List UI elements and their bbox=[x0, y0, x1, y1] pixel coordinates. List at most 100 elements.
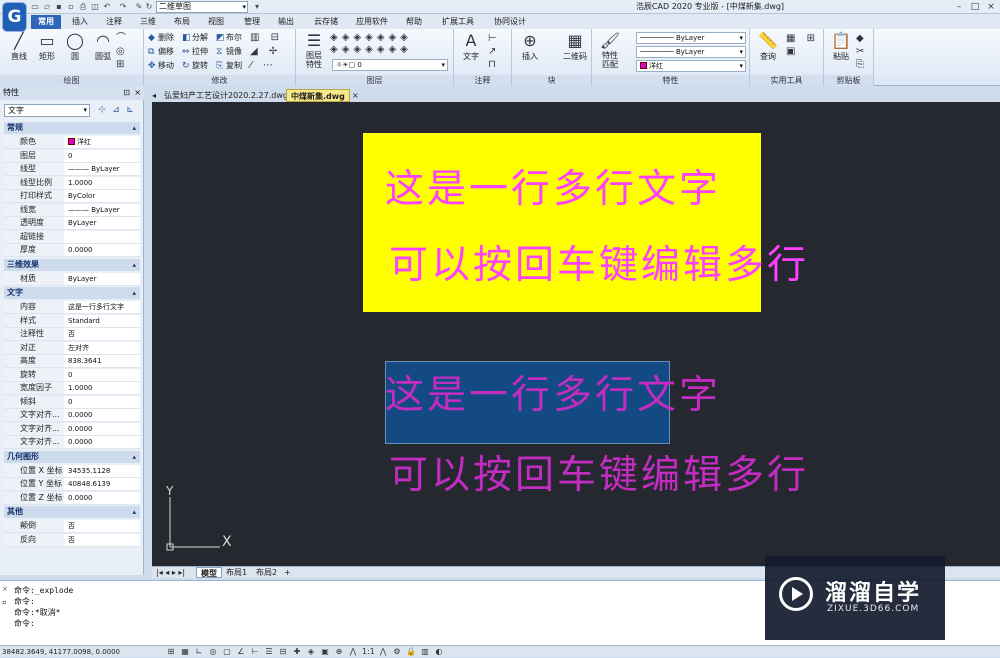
match-icon[interactable]: ✎ bbox=[134, 2, 144, 11]
property-value[interactable]: 否 bbox=[66, 534, 140, 546]
property-value[interactable]: ByLayer bbox=[66, 217, 140, 229]
property-value[interactable]: 838.3641 bbox=[66, 355, 140, 367]
stretch-button[interactable]: ⇔ 拉伸 bbox=[182, 45, 208, 58]
tab-view[interactable]: 视图 bbox=[202, 15, 230, 29]
layer-properties-button[interactable]: ☰ 图层 特性 bbox=[298, 31, 330, 71]
undo-icon[interactable]: ↶ bbox=[102, 2, 112, 11]
command-input-line[interactable]: 命令: bbox=[14, 618, 35, 629]
annotation-visibility-icon[interactable]: ⋀ bbox=[348, 647, 358, 657]
tab-insert[interactable]: 插入 bbox=[66, 15, 94, 29]
select-objects-icon[interactable]: ⊿ bbox=[110, 104, 122, 117]
otrack-icon[interactable]: ∠ bbox=[236, 647, 246, 657]
polar-icon[interactable]: ◎ bbox=[208, 647, 218, 657]
property-value[interactable]: 否 bbox=[66, 520, 140, 532]
new-file-icon[interactable]: ▭ bbox=[30, 2, 40, 11]
property-row[interactable]: 颜色 洋红 bbox=[4, 136, 140, 149]
isolate-icon[interactable]: ▥ bbox=[420, 647, 430, 657]
tab-layout1[interactable]: 布局1 bbox=[222, 567, 251, 578]
workspace-switch-icon[interactable]: ⚙ bbox=[392, 647, 402, 657]
property-value[interactable]: 左对齐 bbox=[66, 342, 140, 354]
qrcode-button[interactable]: ▦ 二维码 bbox=[558, 31, 592, 71]
osnap-icon[interactable]: ▢ bbox=[222, 647, 232, 657]
property-value[interactable]: ByColor bbox=[66, 190, 140, 202]
section-header-3d[interactable]: 三维效果 ▴ bbox=[4, 258, 140, 271]
property-row[interactable]: 位置 Z 坐标 0.0000 bbox=[4, 491, 140, 505]
match-properties-button[interactable]: 🖌 特性 匹配 bbox=[594, 31, 626, 71]
workspace-select[interactable]: 二维草图 ▾ bbox=[156, 1, 248, 13]
delete-button[interactable]: ◆ 删除 bbox=[148, 31, 174, 44]
section-header-misc[interactable]: 其他 ▴ bbox=[4, 506, 140, 518]
tab-3d[interactable]: 三维 bbox=[134, 15, 162, 29]
tab-layout2[interactable]: 布局2 bbox=[252, 567, 281, 578]
collapse-icon[interactable]: ▴ bbox=[132, 122, 136, 134]
snap-icon[interactable]: ⊞ bbox=[166, 647, 176, 657]
mtext-line-2[interactable]: 可以按回车键编辑多行 bbox=[389, 234, 809, 290]
property-value[interactable]: 0.0000 bbox=[66, 409, 140, 421]
property-value[interactable]: 34535.1128 bbox=[66, 465, 140, 477]
minimize-icon[interactable]: – bbox=[952, 1, 966, 13]
property-row[interactable]: 厚度 0.0000 bbox=[4, 244, 140, 257]
property-row[interactable]: 透明度 ByLayer bbox=[4, 217, 140, 230]
open-file-icon[interactable]: ▱ bbox=[42, 2, 52, 11]
lock-icon[interactable]: 🔒 bbox=[406, 647, 416, 657]
property-row[interactable]: 位置 X 坐标 34535.1128 bbox=[4, 464, 140, 478]
tab-extended-tools[interactable]: 扩展工具 bbox=[436, 15, 480, 29]
tab-annotate[interactable]: 注释 bbox=[100, 15, 128, 29]
command-options-icon[interactable]: ¤ bbox=[2, 599, 6, 607]
property-row[interactable]: 宽度因子 1.0000 bbox=[4, 382, 140, 395]
print-icon[interactable]: ⎙ bbox=[78, 2, 88, 11]
property-row[interactable]: 打印样式 ByColor bbox=[4, 190, 140, 203]
property-row[interactable]: 文字对齐... 0.0000 bbox=[4, 409, 140, 422]
section-header-text[interactable]: 文字 ▴ bbox=[4, 287, 140, 299]
tab-home[interactable]: 常用 bbox=[31, 15, 61, 29]
dynamic-input-icon[interactable]: ⊢ bbox=[250, 647, 260, 657]
property-row[interactable]: 线型 ——— ByLayer bbox=[4, 163, 140, 176]
property-value[interactable]: 0 bbox=[66, 396, 140, 408]
property-value[interactable]: 1.0000 bbox=[66, 382, 140, 394]
annotation-autoscale-icon[interactable]: ⋀ bbox=[378, 647, 388, 657]
tab-model[interactable]: 模型 bbox=[196, 567, 222, 578]
property-row[interactable]: 对正 左对齐 bbox=[4, 341, 140, 355]
doc-tab-hongai[interactable]: 弘爱妇产工艺设计2020.2.27.dwg bbox=[160, 89, 292, 102]
property-value[interactable]: 否 bbox=[66, 328, 140, 340]
property-value[interactable]: 0 bbox=[66, 369, 140, 381]
color-select[interactable]: 洋红 ▾ bbox=[636, 60, 746, 72]
tab-help[interactable]: 帮助 bbox=[400, 15, 428, 29]
mirror-button[interactable]: ⧖ 镜像 bbox=[216, 45, 242, 58]
property-row[interactable]: 材质 ByLayer bbox=[4, 272, 140, 286]
customize-quick-access-icon[interactable]: ▾ bbox=[252, 2, 262, 11]
copy-button[interactable]: ⎘ 复制 bbox=[216, 59, 242, 72]
arc-button[interactable]: ◠ 圆弧 bbox=[86, 31, 120, 71]
collapse-icon[interactable]: ▴ bbox=[132, 259, 136, 271]
object-type-select[interactable]: 文字 ▾ bbox=[4, 104, 90, 117]
move-button[interactable]: ✥ 移动 bbox=[148, 59, 174, 72]
property-value[interactable]: 0.0000 bbox=[66, 492, 140, 504]
collapse-icon[interactable]: ▴ bbox=[132, 451, 136, 463]
tab-scroll-left-icon[interactable]: ◂ bbox=[148, 89, 160, 102]
property-value[interactable]: Standard bbox=[66, 315, 140, 327]
property-row[interactable]: 文字对齐... 0.0000 bbox=[4, 436, 140, 449]
property-value[interactable]: 1.0000 bbox=[66, 177, 140, 189]
property-value[interactable]: ——— ByLayer bbox=[66, 163, 140, 175]
property-value[interactable]: 0 bbox=[66, 150, 140, 162]
zoom-icon[interactable]: ⊕ bbox=[334, 647, 344, 657]
property-row[interactable]: 内容 这是一行多行文字 bbox=[4, 301, 140, 314]
rotate-button[interactable]: ↻ 旋转 bbox=[182, 59, 208, 72]
model-space-icon[interactable]: ◈ bbox=[306, 647, 316, 657]
close-tab-icon[interactable]: × bbox=[348, 89, 363, 102]
property-value[interactable]: 40848.6139 bbox=[66, 478, 140, 490]
section-header-general[interactable]: 常规 ▴ bbox=[4, 122, 140, 134]
lineweight-icon[interactable]: ☰ bbox=[264, 647, 274, 657]
property-value[interactable]: 洋红 bbox=[66, 136, 140, 148]
property-value[interactable]: 这是一行多行文字 bbox=[66, 301, 140, 313]
ortho-icon[interactable]: ∟ bbox=[194, 647, 204, 657]
refresh-icon[interactable]: ↻ bbox=[144, 2, 154, 11]
collapse-icon[interactable]: ▴ bbox=[132, 287, 136, 299]
layout-nav-icons[interactable]: |◂ ◂ ▸ ▸| bbox=[152, 567, 189, 578]
paste-button[interactable]: 📋 粘贴 bbox=[826, 31, 856, 71]
property-row[interactable]: 位置 Y 坐标 40848.6139 bbox=[4, 478, 140, 491]
add-to-selection-icon[interactable]: ⊹ bbox=[96, 104, 108, 117]
close-icon[interactable]: × bbox=[134, 86, 141, 100]
boolean-button[interactable]: ◩布尔 bbox=[216, 31, 242, 44]
pin-icon[interactable]: ⊡ bbox=[123, 86, 130, 100]
